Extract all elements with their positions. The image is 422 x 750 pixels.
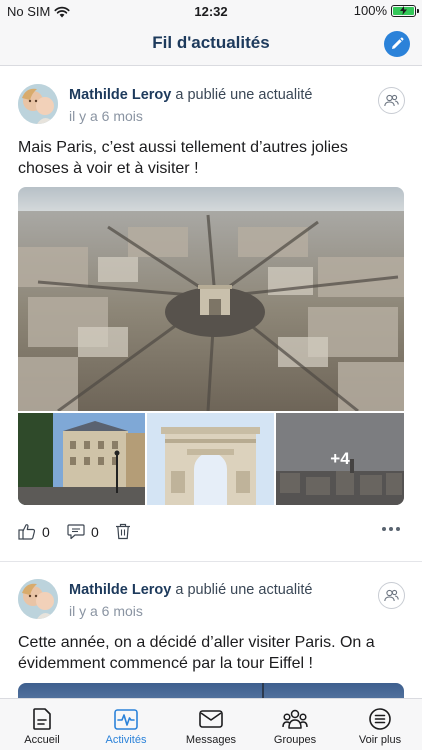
- post-timestamp: il y a 6 mois: [69, 108, 143, 124]
- list-icon: [369, 708, 391, 730]
- group-icon: [282, 708, 308, 730]
- tab-label: Messages: [185, 734, 237, 746]
- author-name[interactable]: Mathilde Leroy: [69, 582, 171, 598]
- trash-icon: [116, 523, 130, 540]
- page-title: Fil d'actualités: [152, 33, 270, 52]
- delete-button[interactable]: [115, 523, 131, 540]
- battery-level: [393, 6, 414, 15]
- photo-gallery: +4: [18, 187, 404, 505]
- comment-icon: [67, 524, 85, 540]
- post-action: a publié une actualité: [171, 87, 313, 103]
- audience-button[interactable]: [378, 87, 405, 114]
- compose-button[interactable]: [384, 31, 410, 57]
- tab-voir-plus[interactable]: Voir plus: [338, 699, 422, 750]
- document-icon: [33, 708, 51, 730]
- tab-messages[interactable]: Messages: [169, 699, 253, 750]
- comment-count: 0: [91, 523, 99, 540]
- arc-de-triomphe-image: [147, 413, 274, 505]
- navigation-bar: Fil d'actualités: [0, 22, 422, 66]
- comment-button[interactable]: 0: [67, 523, 99, 540]
- like-count: 0: [42, 523, 50, 540]
- pencil-icon: [392, 37, 404, 49]
- more-photos-count: +4: [276, 413, 404, 505]
- tab-label: Voir plus: [358, 734, 402, 746]
- post-text: Cette année, on a décidé d’aller visiter…: [18, 634, 375, 672]
- battery-percent: 100%: [353, 3, 387, 18]
- post-actions: 0 0: [18, 523, 404, 545]
- avatar-photo: [18, 84, 58, 124]
- gallery-photo-more[interactable]: +4: [276, 413, 404, 505]
- post-author-line: Mathilde Leroy a publié une actualité: [69, 582, 312, 598]
- gallery-photo-main[interactable]: [18, 187, 404, 411]
- thumbs-up-icon: [18, 524, 36, 540]
- more-dots-icon: [382, 527, 400, 531]
- battery-icon: [391, 4, 419, 17]
- people-icon: [384, 94, 399, 107]
- status-bar: No SIM 12:32 100%: [0, 0, 422, 22]
- tab-label: Groupes: [273, 734, 317, 746]
- post-action: a publié une actualité: [171, 582, 313, 598]
- post-timestamp: il y a 6 mois: [69, 603, 143, 619]
- gallery-photo-main[interactable]: [18, 683, 404, 698]
- news-feed[interactable]: Mathilde Leroy a publié une actualité il…: [0, 67, 422, 698]
- avatar[interactable]: [18, 579, 58, 619]
- post-author-line: Mathilde Leroy a publié une actualité: [69, 87, 312, 103]
- tab-label: Activités: [105, 734, 147, 746]
- charging-bolt-icon: [400, 6, 407, 15]
- post-options-button[interactable]: [381, 526, 401, 532]
- post-divider: [0, 561, 422, 562]
- avatar[interactable]: [18, 84, 58, 124]
- activity-icon: [114, 708, 138, 730]
- paris-street-image: [18, 413, 145, 505]
- tab-label: Accueil: [24, 734, 60, 746]
- tab-groupes[interactable]: Groupes: [253, 699, 337, 750]
- post-text: Mais Paris, c’est aussi tellement d’autr…: [18, 139, 348, 177]
- gallery-photo-thumbnail[interactable]: [147, 413, 274, 505]
- like-button[interactable]: 0: [18, 523, 50, 540]
- avatar-photo: [18, 579, 58, 619]
- people-icon: [384, 589, 399, 602]
- audience-button[interactable]: [378, 582, 405, 609]
- eiffel-tower-image: [18, 683, 404, 698]
- gallery-photo-thumbnail[interactable]: [18, 413, 145, 505]
- tab-bar: Accueil Activités Messages Groupes Voir …: [0, 698, 422, 750]
- arc-de-triomphe-aerial-image: [18, 187, 404, 411]
- status-right: 100%: [353, 3, 419, 18]
- envelope-icon: [199, 708, 223, 730]
- tab-accueil[interactable]: Accueil: [0, 699, 84, 750]
- tab-activites[interactable]: Activités: [84, 699, 168, 750]
- author-name[interactable]: Mathilde Leroy: [69, 87, 171, 103]
